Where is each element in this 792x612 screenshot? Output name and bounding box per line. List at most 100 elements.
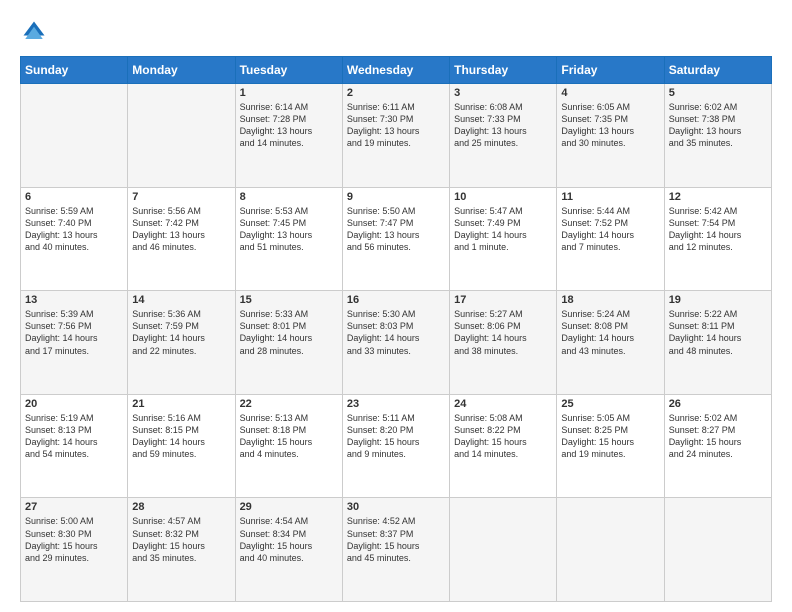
day-info: Sunrise: 5:36 AM Sunset: 7:59 PM Dayligh… bbox=[132, 308, 230, 357]
day-number: 9 bbox=[347, 191, 445, 203]
day-info: Sunrise: 5:50 AM Sunset: 7:47 PM Dayligh… bbox=[347, 205, 445, 254]
calendar-cell: 18 Sunrise: 5:24 AM Sunset: 8:08 PM Dayli… bbox=[557, 291, 664, 395]
calendar-cell: 28 Sunrise: 4:57 AM Sunset: 8:32 PM Dayli… bbox=[128, 498, 235, 602]
day-number: 12 bbox=[669, 191, 767, 203]
calendar-day-header: Thursday bbox=[450, 57, 557, 84]
calendar-header-row: SundayMondayTuesdayWednesdayThursdayFrid… bbox=[21, 57, 772, 84]
day-info: Sunrise: 5:27 AM Sunset: 8:06 PM Dayligh… bbox=[454, 308, 552, 357]
calendar-cell: 16 Sunrise: 5:30 AM Sunset: 8:03 PM Dayli… bbox=[342, 291, 449, 395]
day-number: 29 bbox=[240, 501, 338, 513]
day-number: 14 bbox=[132, 294, 230, 306]
day-info: Sunrise: 6:05 AM Sunset: 7:35 PM Dayligh… bbox=[561, 101, 659, 150]
day-info: Sunrise: 5:30 AM Sunset: 8:03 PM Dayligh… bbox=[347, 308, 445, 357]
calendar-cell: 25 Sunrise: 5:05 AM Sunset: 8:25 PM Dayli… bbox=[557, 394, 664, 498]
day-number: 10 bbox=[454, 191, 552, 203]
day-info: Sunrise: 5:05 AM Sunset: 8:25 PM Dayligh… bbox=[561, 412, 659, 461]
calendar-cell: 8 Sunrise: 5:53 AM Sunset: 7:45 PM Daylig… bbox=[235, 187, 342, 291]
calendar-week-row: 1 Sunrise: 6:14 AM Sunset: 7:28 PM Daylig… bbox=[21, 84, 772, 188]
day-number: 27 bbox=[25, 501, 123, 513]
day-number: 2 bbox=[347, 87, 445, 99]
calendar-day-header: Saturday bbox=[664, 57, 771, 84]
day-info: Sunrise: 6:11 AM Sunset: 7:30 PM Dayligh… bbox=[347, 101, 445, 150]
day-number: 18 bbox=[561, 294, 659, 306]
calendar-cell: 5 Sunrise: 6:02 AM Sunset: 7:38 PM Daylig… bbox=[664, 84, 771, 188]
day-info: Sunrise: 4:54 AM Sunset: 8:34 PM Dayligh… bbox=[240, 515, 338, 564]
day-info: Sunrise: 5:59 AM Sunset: 7:40 PM Dayligh… bbox=[25, 205, 123, 254]
calendar-cell: 30 Sunrise: 4:52 AM Sunset: 8:37 PM Dayli… bbox=[342, 498, 449, 602]
day-info: Sunrise: 5:00 AM Sunset: 8:30 PM Dayligh… bbox=[25, 515, 123, 564]
day-info: Sunrise: 5:08 AM Sunset: 8:22 PM Dayligh… bbox=[454, 412, 552, 461]
day-info: Sunrise: 5:53 AM Sunset: 7:45 PM Dayligh… bbox=[240, 205, 338, 254]
day-info: Sunrise: 6:02 AM Sunset: 7:38 PM Dayligh… bbox=[669, 101, 767, 150]
day-number: 25 bbox=[561, 398, 659, 410]
day-number: 24 bbox=[454, 398, 552, 410]
day-info: Sunrise: 5:33 AM Sunset: 8:01 PM Dayligh… bbox=[240, 308, 338, 357]
header bbox=[20, 18, 772, 46]
calendar-cell: 29 Sunrise: 4:54 AM Sunset: 8:34 PM Dayli… bbox=[235, 498, 342, 602]
day-info: Sunrise: 5:24 AM Sunset: 8:08 PM Dayligh… bbox=[561, 308, 659, 357]
day-number: 19 bbox=[669, 294, 767, 306]
day-info: Sunrise: 5:22 AM Sunset: 8:11 PM Dayligh… bbox=[669, 308, 767, 357]
calendar-cell: 15Sunrise: 5:33 AM Sunset: 8:01 PM Dayli… bbox=[235, 291, 342, 395]
calendar-cell: 17 Sunrise: 5:27 AM Sunset: 8:06 PM Dayli… bbox=[450, 291, 557, 395]
calendar-cell: 10Sunrise: 5:47 AM Sunset: 7:49 PM Dayli… bbox=[450, 187, 557, 291]
calendar-day-header: Wednesday bbox=[342, 57, 449, 84]
calendar-cell: 14 Sunrise: 5:36 AM Sunset: 7:59 PM Dayli… bbox=[128, 291, 235, 395]
page: SundayMondayTuesdayWednesdayThursdayFrid… bbox=[0, 0, 792, 612]
calendar-cell: 13 Sunrise: 5:39 AM Sunset: 7:56 PM Dayli… bbox=[21, 291, 128, 395]
calendar-cell: 7 Sunrise: 5:56 AM Sunset: 7:42 PM Daylig… bbox=[128, 187, 235, 291]
calendar-day-header: Sunday bbox=[21, 57, 128, 84]
day-number: 8 bbox=[240, 191, 338, 203]
day-info: Sunrise: 4:57 AM Sunset: 8:32 PM Dayligh… bbox=[132, 515, 230, 564]
day-number: 22 bbox=[240, 398, 338, 410]
day-number: 30 bbox=[347, 501, 445, 513]
logo-icon bbox=[20, 18, 48, 46]
day-number: 16 bbox=[347, 294, 445, 306]
day-info: Sunrise: 4:52 AM Sunset: 8:37 PM Dayligh… bbox=[347, 515, 445, 564]
day-number: 28 bbox=[132, 501, 230, 513]
calendar-day-header: Friday bbox=[557, 57, 664, 84]
logo bbox=[20, 18, 52, 46]
calendar-cell bbox=[21, 84, 128, 188]
day-number: 17 bbox=[454, 294, 552, 306]
calendar-cell bbox=[128, 84, 235, 188]
calendar-cell: 1 Sunrise: 6:14 AM Sunset: 7:28 PM Daylig… bbox=[235, 84, 342, 188]
day-info: Sunrise: 6:08 AM Sunset: 7:33 PM Dayligh… bbox=[454, 101, 552, 150]
day-info: Sunrise: 5:11 AM Sunset: 8:20 PM Dayligh… bbox=[347, 412, 445, 461]
day-number: 21 bbox=[132, 398, 230, 410]
calendar-table: SundayMondayTuesdayWednesdayThursdayFrid… bbox=[20, 56, 772, 602]
day-number: 5 bbox=[669, 87, 767, 99]
day-info: Sunrise: 5:13 AM Sunset: 8:18 PM Dayligh… bbox=[240, 412, 338, 461]
calendar-cell: 26Sunrise: 5:02 AM Sunset: 8:27 PM Dayli… bbox=[664, 394, 771, 498]
calendar-cell: 27 Sunrise: 5:00 AM Sunset: 8:30 PM Dayli… bbox=[21, 498, 128, 602]
calendar-cell: 24 Sunrise: 5:08 AM Sunset: 8:22 PM Dayli… bbox=[450, 394, 557, 498]
calendar-cell: 11 Sunrise: 5:44 AM Sunset: 7:52 PM Dayli… bbox=[557, 187, 664, 291]
calendar-cell: 9 Sunrise: 5:50 AM Sunset: 7:47 PM Daylig… bbox=[342, 187, 449, 291]
day-number: 1 bbox=[240, 87, 338, 99]
calendar-cell: 12Sunrise: 5:42 AM Sunset: 7:54 PM Dayli… bbox=[664, 187, 771, 291]
calendar-day-header: Monday bbox=[128, 57, 235, 84]
day-info: Sunrise: 6:14 AM Sunset: 7:28 PM Dayligh… bbox=[240, 101, 338, 150]
calendar-cell: 4 Sunrise: 6:05 AM Sunset: 7:35 PM Daylig… bbox=[557, 84, 664, 188]
day-number: 4 bbox=[561, 87, 659, 99]
calendar-cell bbox=[450, 498, 557, 602]
calendar-week-row: 20 Sunrise: 5:19 AM Sunset: 8:13 PM Dayli… bbox=[21, 394, 772, 498]
day-number: 23 bbox=[347, 398, 445, 410]
day-number: 13 bbox=[25, 294, 123, 306]
day-number: 6 bbox=[25, 191, 123, 203]
day-info: Sunrise: 5:19 AM Sunset: 8:13 PM Dayligh… bbox=[25, 412, 123, 461]
day-number: 26 bbox=[669, 398, 767, 410]
day-number: 20 bbox=[25, 398, 123, 410]
day-number: 7 bbox=[132, 191, 230, 203]
calendar-week-row: 6 Sunrise: 5:59 AM Sunset: 7:40 PM Daylig… bbox=[21, 187, 772, 291]
day-info: Sunrise: 5:39 AM Sunset: 7:56 PM Dayligh… bbox=[25, 308, 123, 357]
day-info: Sunrise: 5:16 AM Sunset: 8:15 PM Dayligh… bbox=[132, 412, 230, 461]
day-info: Sunrise: 5:56 AM Sunset: 7:42 PM Dayligh… bbox=[132, 205, 230, 254]
day-number: 11 bbox=[561, 191, 659, 203]
calendar-cell: 2 Sunrise: 6:11 AM Sunset: 7:30 PM Daylig… bbox=[342, 84, 449, 188]
calendar-cell: 19 Sunrise: 5:22 AM Sunset: 8:11 PM Dayli… bbox=[664, 291, 771, 395]
day-info: Sunrise: 5:44 AM Sunset: 7:52 PM Dayligh… bbox=[561, 205, 659, 254]
calendar-week-row: 13 Sunrise: 5:39 AM Sunset: 7:56 PM Dayli… bbox=[21, 291, 772, 395]
calendar-cell: 21 Sunrise: 5:16 AM Sunset: 8:15 PM Dayli… bbox=[128, 394, 235, 498]
day-number: 3 bbox=[454, 87, 552, 99]
